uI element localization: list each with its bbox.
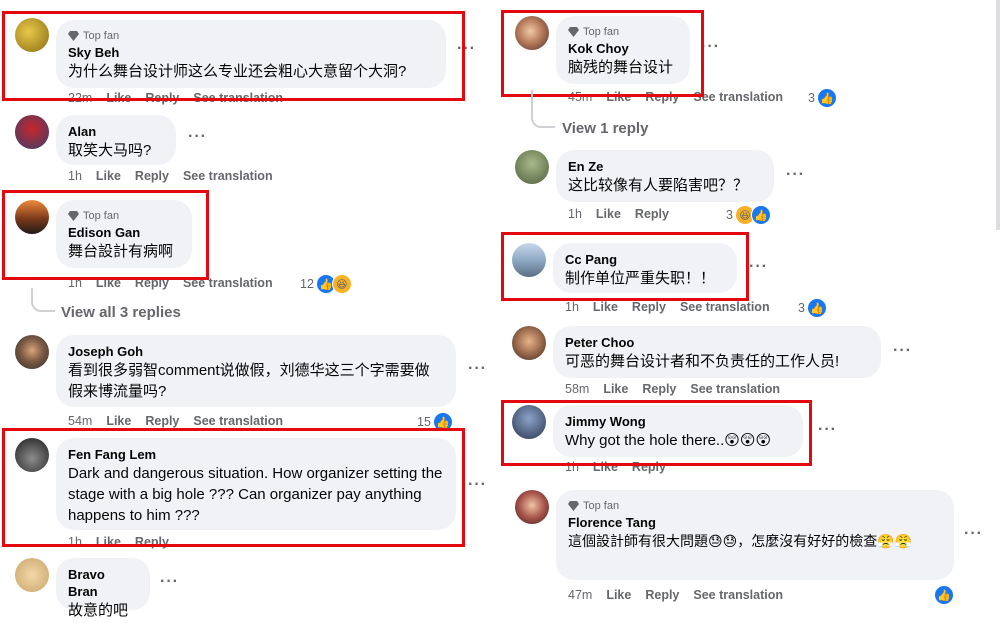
- see-translation-link[interactable]: See translation: [183, 169, 273, 183]
- more-options-icon[interactable]: ···: [818, 421, 837, 439]
- like-reaction-icon: 👍: [816, 88, 837, 108]
- reaction-count: 3: [726, 208, 733, 222]
- like-button[interactable]: Like: [606, 588, 631, 602]
- comment-actions: 54m Like Reply See translation: [68, 414, 297, 428]
- comment-actions: 1h Like Reply See translation: [565, 300, 784, 314]
- like-button[interactable]: Like: [593, 300, 618, 314]
- see-translation-link[interactable]: See translation: [693, 90, 783, 104]
- highlight-box: [2, 11, 465, 101]
- avatar[interactable]: [15, 335, 49, 369]
- comment-text: 这比较像有人要陷害吧？？: [568, 177, 749, 194]
- comment-bubble: En Ze 这比较像有人要陷害吧？？: [556, 150, 774, 202]
- highlight-box: [2, 190, 209, 280]
- comment-time[interactable]: 1h: [68, 169, 82, 183]
- like-reaction-icon: 👍: [934, 585, 954, 605]
- comment-text: 這個設計師有很大問題😓😓，怎麼沒有好好的檢查😤😤: [568, 533, 913, 549]
- reaction-count: 12: [300, 277, 314, 291]
- reaction-summary[interactable]: 👍: [934, 585, 954, 605]
- comment-actions: 1h Like Reply: [568, 207, 683, 221]
- scrollbar[interactable]: [996, 0, 1000, 230]
- comment-author[interactable]: Alan: [68, 123, 164, 140]
- avatar[interactable]: [515, 490, 549, 524]
- view-replies-link[interactable]: View 1 reply: [562, 120, 648, 137]
- comment-actions: 47m Like Reply See translation: [568, 588, 797, 602]
- avatar[interactable]: [15, 115, 49, 149]
- reaction-count: 15: [417, 415, 431, 429]
- see-translation-link[interactable]: See translation: [193, 414, 283, 428]
- more-options-icon[interactable]: ···: [160, 573, 179, 591]
- highlight-box: [2, 428, 465, 547]
- more-options-icon[interactable]: ···: [786, 166, 805, 184]
- more-options-icon[interactable]: ···: [468, 360, 487, 378]
- reply-button[interactable]: Reply: [642, 382, 676, 396]
- comment-text: 可恶的舞台设计者和不负责任的工作人员!: [565, 353, 840, 370]
- see-translation-link[interactable]: See translation: [693, 588, 783, 602]
- reply-button[interactable]: Reply: [645, 588, 679, 602]
- comment-bubble: Alan 取笑大马吗?: [56, 115, 176, 165]
- comment-bubble: Peter Choo 可恶的舞台设计者和不负责任的工作人员!: [553, 326, 881, 378]
- comment-bubble: Top fan Florence Tang 這個設計師有很大問題😓😓，怎麼沒有好…: [556, 490, 954, 580]
- highlight-box: [501, 400, 812, 466]
- reply-thread-line: [31, 288, 55, 312]
- reaction-count: 3: [798, 301, 805, 315]
- comment-author[interactable]: Bravo Bran: [68, 566, 138, 600]
- more-options-icon[interactable]: ···: [749, 258, 768, 276]
- reply-button[interactable]: Reply: [145, 414, 179, 428]
- like-button[interactable]: Like: [596, 207, 621, 221]
- reply-button[interactable]: Reply: [635, 207, 669, 221]
- comment-text: 看到很多弱智comment说做假，刘德华这三个字需要做假来博流量吗?: [68, 362, 430, 400]
- comment-author[interactable]: Florence Tang: [568, 514, 942, 531]
- comment-time[interactable]: 1h: [568, 207, 582, 221]
- comment-actions: 58m Like Reply See translation: [565, 382, 794, 396]
- highlight-box: [501, 232, 749, 301]
- reaction-summary[interactable]: 3 👍: [798, 298, 827, 318]
- avatar[interactable]: [15, 558, 49, 592]
- diamond-icon: [568, 501, 579, 511]
- reaction-summary[interactable]: 3 😆 👍: [726, 205, 771, 225]
- comment-bubble: Bravo Bran 故意的吧: [56, 558, 150, 619]
- reply-button[interactable]: Reply: [632, 300, 666, 314]
- avatar[interactable]: [512, 326, 546, 360]
- avatar[interactable]: [515, 150, 549, 184]
- comment-time[interactable]: 47m: [568, 588, 592, 602]
- highlight-box: [501, 10, 704, 97]
- top-fan-badge: Top fan: [568, 498, 942, 514]
- like-button[interactable]: Like: [96, 169, 121, 183]
- view-replies-link[interactable]: View all 3 replies: [61, 304, 181, 321]
- comment-bubble: Joseph Goh 看到很多弱智comment说做假，刘德华这三个字需要做假来…: [56, 335, 456, 407]
- like-reaction-icon: 👍: [750, 205, 771, 225]
- reply-thread-line: [531, 104, 555, 128]
- like-reaction-icon: 👍: [806, 298, 827, 318]
- comment-text: 取笑大马吗?: [68, 142, 152, 159]
- like-button[interactable]: Like: [106, 414, 131, 428]
- like-button[interactable]: Like: [603, 382, 628, 396]
- comment-time[interactable]: 58m: [565, 382, 589, 396]
- comment-text: 故意的吧: [68, 602, 129, 619]
- more-options-icon[interactable]: ···: [188, 128, 207, 146]
- comment-author[interactable]: Peter Choo: [565, 334, 869, 351]
- see-translation-link[interactable]: See translation: [680, 300, 770, 314]
- reply-button[interactable]: Reply: [135, 169, 169, 183]
- more-options-icon[interactable]: ···: [893, 342, 912, 360]
- comment-time[interactable]: 1h: [565, 300, 579, 314]
- more-options-icon[interactable]: ···: [468, 476, 487, 494]
- reaction-summary[interactable]: 12 👍 😆: [300, 274, 352, 294]
- comment-actions: 1h Like Reply See translation: [68, 169, 287, 183]
- comment-author[interactable]: En Ze: [568, 158, 762, 175]
- reaction-summary[interactable]: 3 👍: [808, 88, 837, 108]
- comment-time[interactable]: 54m: [68, 414, 92, 428]
- haha-reaction-icon: 😆: [331, 274, 352, 294]
- reaction-count: 3: [808, 91, 815, 105]
- comment-author[interactable]: Joseph Goh: [68, 343, 444, 360]
- more-options-icon[interactable]: ···: [964, 525, 983, 543]
- see-translation-link[interactable]: See translation: [690, 382, 780, 396]
